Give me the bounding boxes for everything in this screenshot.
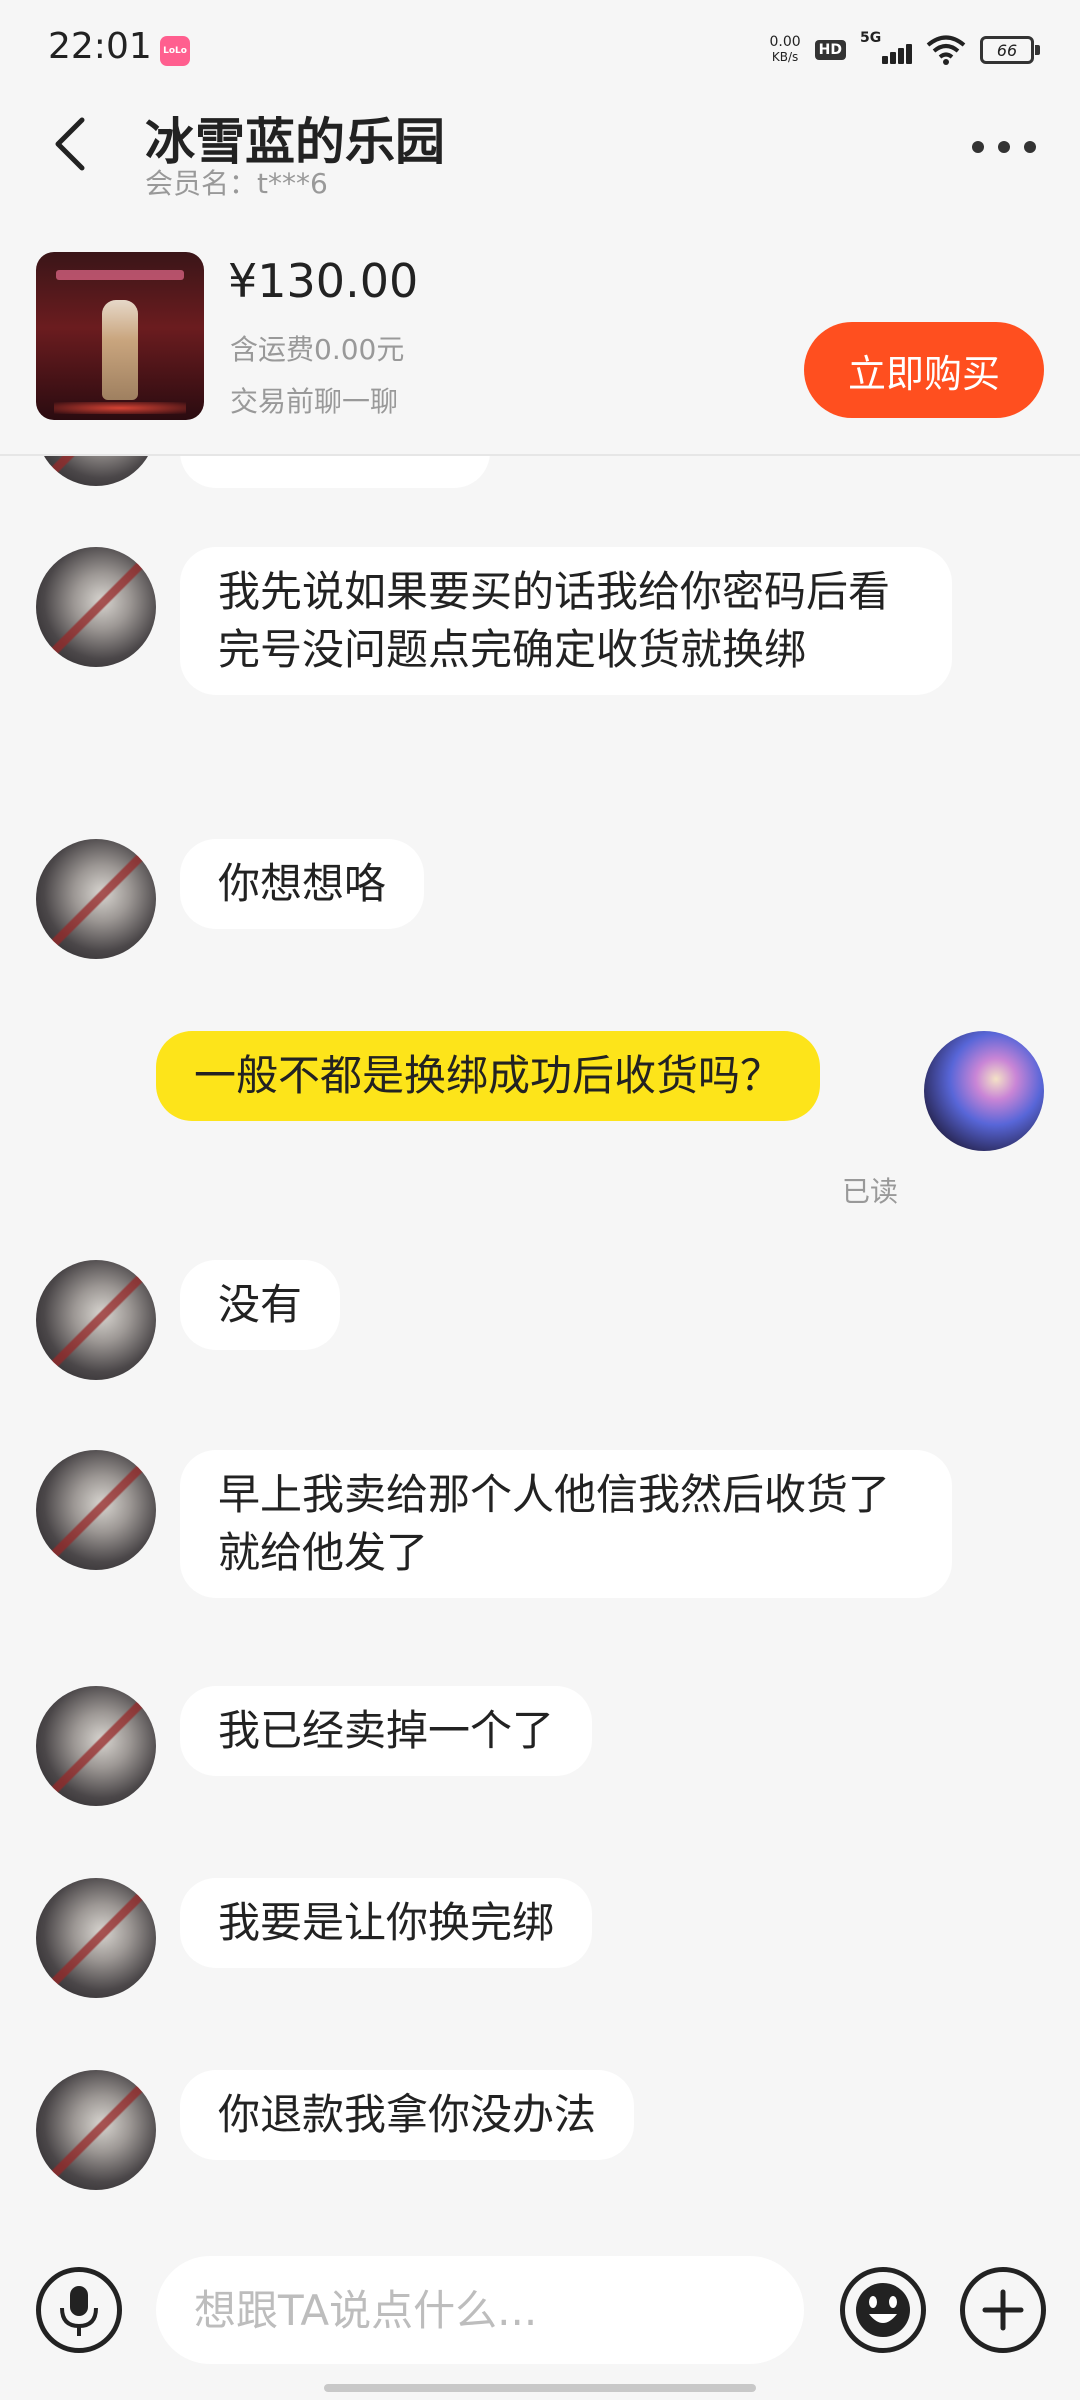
status-indicators: 0.00 KB/s HD 5G 66 <box>769 30 1040 70</box>
seller-avatar[interactable] <box>36 1686 156 1806</box>
message-bubble-incoming[interactable]: 我先说如果要买的话我给你密码后看完号没问题点完确定收货就换绑 <box>180 547 952 695</box>
seller-avatar[interactable] <box>36 839 156 959</box>
voice-button[interactable] <box>36 2267 122 2353</box>
shipping-fee: 含运费0.00元 <box>230 333 405 366</box>
emoji-button[interactable] <box>840 2267 926 2353</box>
more-options-button[interactable] <box>964 122 1044 172</box>
seller-avatar[interactable] <box>36 456 156 486</box>
microphone-icon <box>60 2286 98 2336</box>
plus-icon <box>982 2289 1024 2331</box>
read-status: 已读 <box>842 1175 899 1208</box>
network-type-label: 5G <box>860 30 882 46</box>
home-indicator[interactable] <box>324 2384 756 2392</box>
signal-icon: 5G <box>860 30 912 68</box>
message-bubble-incoming[interactable]: 我要是让你换完绑 <box>180 1878 593 1968</box>
message-bubble-incoming[interactable]: 没有 <box>180 1260 341 1350</box>
battery-icon: 66 <box>980 36 1040 64</box>
input-bar <box>0 2230 1080 2400</box>
product-price: ¥130.00 <box>228 254 419 308</box>
wifi-icon <box>926 35 966 65</box>
network-speed-value: 0.00 <box>769 34 801 50</box>
back-button[interactable] <box>40 114 100 174</box>
seller-avatar[interactable] <box>36 1450 156 1570</box>
message-list[interactable]: 我先说如果要买的话我给你密码后看完号没问题点完确定收货就换绑 你想想咯 一般不都… <box>0 456 1080 2230</box>
chat-hint: 交易前聊一聊 <box>230 385 399 418</box>
back-arrow-icon <box>55 117 85 171</box>
seller-avatar[interactable] <box>36 2070 156 2190</box>
app-notification-icon: LoLo <box>160 36 190 66</box>
member-name: 会员名：t***6 <box>145 167 328 200</box>
message-bubble-outgoing[interactable]: 一般不都是换绑成功后收货吗？ <box>156 1031 821 1121</box>
status-time: 22:01 <box>48 26 152 67</box>
network-speed-unit: KB/s <box>771 50 799 64</box>
message-bubble-partial <box>180 456 490 488</box>
hd-icon: HD <box>814 40 846 60</box>
more-dots-icon <box>972 141 984 153</box>
network-speed: 0.00 KB/s <box>769 35 800 65</box>
seller-avatar[interactable] <box>36 1878 156 1998</box>
my-avatar[interactable] <box>924 1031 1044 1151</box>
message-input[interactable] <box>156 2256 804 2364</box>
message-bubble-incoming[interactable]: 早上我卖给那个人他信我然后收货了就给他发了 <box>180 1450 952 1598</box>
battery-level: 66 <box>996 40 1018 60</box>
message-bubble-incoming[interactable]: 我已经卖掉一个了 <box>180 1686 593 1776</box>
add-button[interactable] <box>960 2267 1046 2353</box>
product-image[interactable] <box>36 252 204 420</box>
seller-avatar[interactable] <box>36 1260 156 1380</box>
status-bar: 22:01 LoLo 0.00 KB/s HD 5G 66 <box>0 0 1080 92</box>
emoji-icon <box>856 2283 910 2337</box>
message-bubble-incoming[interactable]: 你退款我拿你没办法 <box>180 2070 635 2160</box>
chat-header: 冰雪蓝的乐园 会员名：t***6 <box>0 92 1080 212</box>
buy-now-button[interactable]: 立即购买 <box>804 322 1044 418</box>
seller-avatar[interactable] <box>36 547 156 667</box>
product-card[interactable]: ¥130.00 含运费0.00元 交易前聊一聊 立即购买 <box>0 212 1080 456</box>
message-bubble-incoming[interactable]: 你想想咯 <box>180 839 425 929</box>
